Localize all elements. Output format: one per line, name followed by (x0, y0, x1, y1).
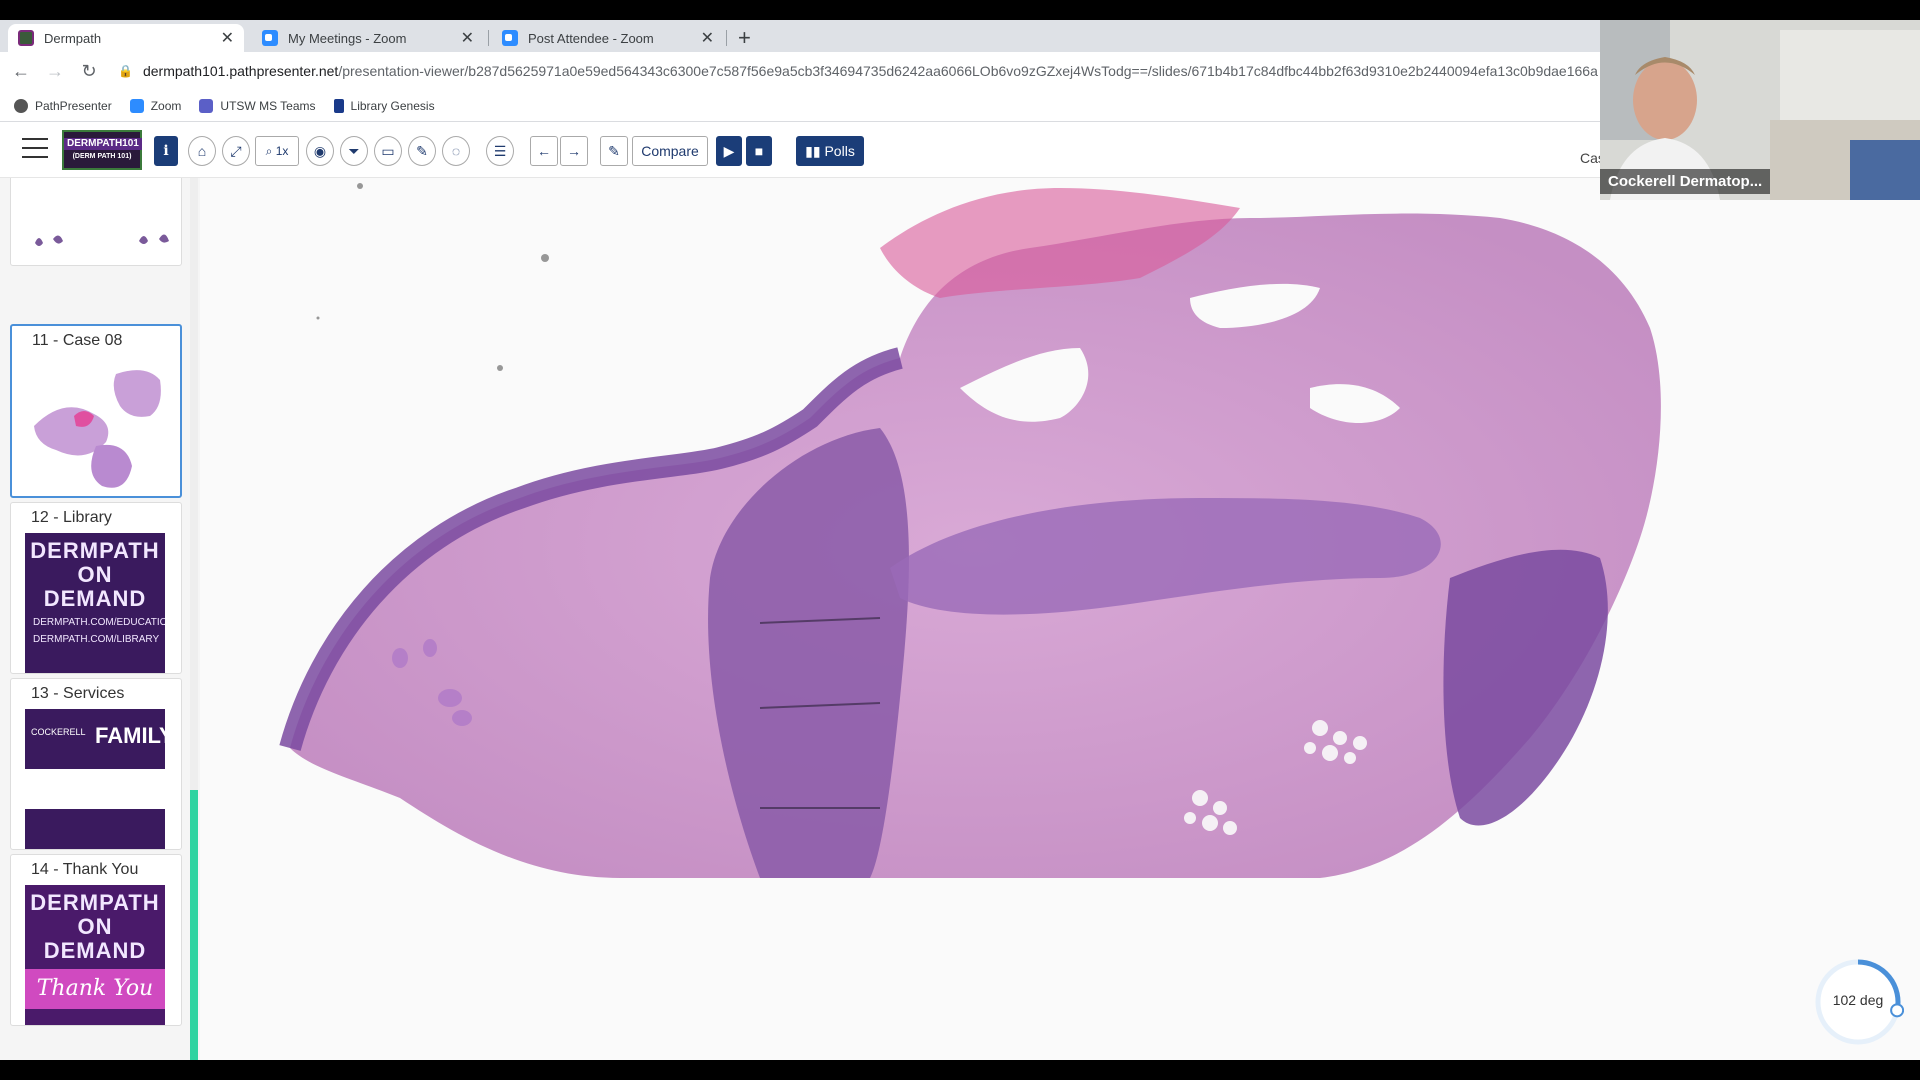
compare-button[interactable]: Compare (632, 136, 708, 166)
brand-text: FAMILY (95, 723, 165, 748)
address-bar[interactable]: 🔒 dermpath101.pathpresenter.net/presenta… (118, 56, 1598, 86)
zoom-level-button[interactable]: ⌕ 1x (255, 136, 299, 166)
bookmark-library-genesis[interactable]: Library Genesis (333, 98, 435, 113)
bookmark-label: Library Genesis (350, 98, 435, 113)
info-button[interactable]: i (154, 136, 178, 166)
teams-icon (199, 98, 214, 113)
hamburger-menu-icon[interactable] (22, 138, 48, 160)
fullscreen-icon[interactable]: ⤢ (222, 136, 250, 166)
slide-sidebar: 11 - Case 08 12 - Library DERMPATH ON DE… (0, 178, 200, 1060)
zoom-icon (129, 98, 144, 113)
bookmark-teams[interactable]: UTSW MS Teams (199, 98, 316, 113)
library-icon (333, 98, 344, 113)
rotation-dial[interactable]: 102 deg (1812, 956, 1904, 1048)
slide-thumbnail-image: COCKERELL FAMILY (25, 709, 165, 849)
bookmark-zoom[interactable]: Zoom (129, 98, 182, 113)
slide-label: 11 - Case 08 (32, 332, 123, 349)
participant-name: Cockerell Dermatop... (1600, 169, 1771, 194)
slide-label: 12 - Library (31, 509, 112, 526)
screen: Dermpath ✕ My Meetings - Zoom ✕ Post Att… (0, 0, 1920, 1080)
back-arrow-icon[interactable]: ← (8, 61, 34, 82)
dermpath-logo: DERMPATH101 (DERM PATH 101) (62, 130, 142, 170)
lock-icon: 🔒 (118, 64, 133, 78)
tab-post-attendee[interactable]: Post Attendee - Zoom ✕ (492, 24, 724, 52)
slide-thumbnail-image: DERMPATH ON DEMAND DERMPATH.COM/EDUCATIO… (25, 533, 165, 673)
stop-icon[interactable]: ■ (746, 136, 772, 166)
promo-title: DERMPATH ON DEMAND (30, 890, 160, 963)
video-camera-icon[interactable]: ▶ (716, 136, 742, 166)
zoom-video-overlay[interactable]: Cockerell Dermatop... (1600, 20, 1920, 200)
tab-dermpath[interactable]: Dermpath ✕ (8, 24, 244, 52)
slide-thumbnail-image (26, 356, 166, 496)
slide-thumbnail-image: DERMPATH ON DEMAND Thank You (25, 885, 165, 1025)
globe-icon (14, 98, 28, 113)
tab-my-meetings[interactable]: My Meetings - Zoom ✕ (252, 24, 484, 52)
slide-thumbnail-11[interactable]: 11 - Case 08 (10, 324, 182, 498)
polls-label: Polls (824, 143, 855, 159)
slide-label: 14 - Thank You (31, 861, 139, 878)
bar-chart-icon: ▮▮ (805, 142, 821, 159)
rotation-value: 102 deg (1832, 992, 1884, 1008)
close-tab-icon[interactable]: ✕ (221, 28, 234, 48)
bookmark-label: PathPresenter (35, 98, 112, 113)
previous-slide-icon[interactable]: ← (530, 136, 558, 166)
histology-slide-image (279, 183, 1661, 879)
slide-thumbnail-14[interactable]: 14 - Thank You DERMPATH ON DEMAND Thank … (10, 854, 182, 1026)
reload-icon[interactable]: ↻ (76, 61, 102, 82)
slide-thumbnail-partial[interactable] (10, 178, 182, 266)
url-host: dermpath101.pathpresenter.net (142, 63, 339, 79)
thank-you-text: Thank You (25, 969, 165, 1009)
zoom-level: 1x (275, 144, 289, 158)
tab-separator (726, 30, 727, 46)
zoom-favicon-icon (262, 30, 278, 46)
close-tab-icon[interactable]: ✕ (461, 28, 474, 48)
filter-icon[interactable]: ⏷ (340, 136, 368, 166)
tab-separator (488, 30, 489, 46)
home-icon[interactable]: ⌂ (188, 136, 216, 166)
tab-title: My Meetings - Zoom (288, 30, 407, 46)
promo-line: DERMPATH.COM/EDUCATION (33, 617, 165, 628)
slide-label: 13 - Services (31, 685, 125, 702)
next-slide-icon[interactable]: → (560, 136, 588, 166)
bookmark-pathpresenter[interactable]: PathPresenter (14, 98, 112, 113)
slide-thumbnail-image (35, 234, 169, 246)
logo-text: DERMPATH101 (64, 138, 142, 150)
bookmark-label: Zoom (150, 98, 182, 113)
tab-title: Dermpath (44, 30, 102, 46)
polls-button[interactable]: ▮▮ Polls (796, 136, 864, 166)
camera-icon[interactable]: ◉ (306, 136, 334, 166)
sidebar-scrollbar-thumb[interactable] (190, 790, 198, 1060)
new-tab-icon[interactable]: + (738, 24, 751, 52)
rotate-icon[interactable]: ◌ (442, 136, 470, 166)
bottom-bar (0, 1060, 1920, 1080)
slide-thumbnail-12[interactable]: 12 - Library DERMPATH ON DEMAND DERMPATH… (10, 502, 182, 674)
promo-line: DERMPATH.COM/LIBRARY (33, 634, 160, 645)
url-path: /presentation-viewer/b287d5625971a0e59ed… (338, 63, 1598, 79)
bookmark-label: UTSW MS Teams (220, 98, 316, 113)
monitor-icon[interactable]: ▭ (374, 136, 402, 166)
list-icon[interactable]: ☰ (486, 136, 514, 166)
slide-viewer[interactable]: 102 deg (200, 178, 1920, 1060)
tab-title: Post Attendee - Zoom (528, 30, 654, 46)
attach-icon[interactable]: ✎ (600, 136, 628, 166)
magnifier-icon: ⌕ (265, 143, 273, 158)
logo-subtext: (DERM PATH 101) (72, 153, 132, 160)
dermpath-favicon-icon (18, 30, 34, 46)
zoom-favicon-icon (502, 30, 518, 46)
pen-icon[interactable]: ✎ (408, 136, 436, 166)
promo-title: DERMPATH ON DEMAND (30, 538, 160, 611)
close-tab-icon[interactable]: ✕ (701, 28, 714, 48)
forward-arrow-icon[interactable]: → (42, 61, 68, 82)
slide-thumbnail-13[interactable]: 13 - Services COCKERELL FAMILY (10, 678, 182, 850)
brand-small: COCKERELL (31, 727, 86, 737)
